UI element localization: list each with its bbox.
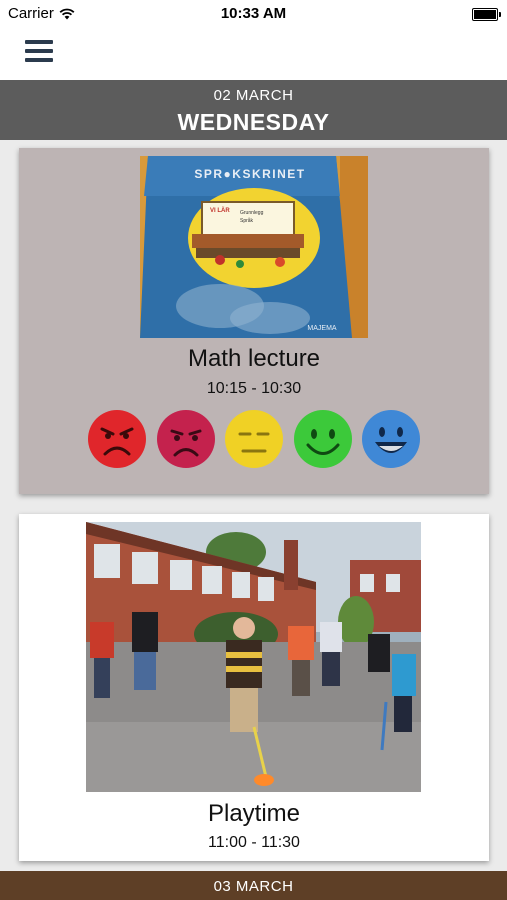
- day-date: 02 MARCH: [213, 87, 294, 104]
- status-bar: Carrier 10:33 AM: [0, 0, 507, 28]
- angry-face-bg: [88, 410, 146, 468]
- event-image-book-cover: SPR●KSKRINET VI LÄR Grunnlegg Språk MAJE…: [140, 156, 368, 338]
- smiling-face-icon[interactable]: [294, 410, 352, 468]
- event-title: Math lecture: [187, 345, 321, 372]
- laughing-face-icon[interactable]: [362, 410, 420, 468]
- sad-face-icon[interactable]: [157, 410, 215, 468]
- neutral-face-icon[interactable]: [225, 410, 283, 468]
- event-card-playtime[interactable]: Playtime 11:00 - 11:30: [19, 514, 489, 861]
- next-day-header: 03 MARCH: [0, 871, 507, 900]
- day-header: 02 MARCH WEDNESDAY: [0, 80, 507, 140]
- book-label-line-3: Språk: [240, 217, 254, 224]
- book-publisher: MAJEMA: [307, 325, 337, 332]
- angry-face-icon[interactable]: [88, 410, 146, 468]
- hamburger-menu-icon[interactable]: [25, 40, 53, 62]
- event-time: 11:00 - 11:30: [208, 834, 300, 851]
- event-title: Playtime: [207, 800, 301, 827]
- event-time: 10:15 - 10:30: [206, 380, 302, 397]
- day-weekday: WEDNESDAY: [177, 109, 330, 135]
- status-time: 10:33 AM: [220, 5, 287, 22]
- book-cover-title: SPR●KSKRINET: [194, 167, 305, 181]
- nav-bar: [0, 28, 507, 80]
- battery-icon: [472, 8, 501, 21]
- event-image-playground-photo: [86, 522, 421, 792]
- book-label-line-2: Grunnlegg: [240, 210, 264, 216]
- book-label-line-1: VI LÄR: [210, 207, 230, 214]
- event-card-math-lecture[interactable]: SPR●KSKRINET VI LÄR Grunnlegg Språk MAJE…: [19, 148, 489, 494]
- next-day-date: 03 MARCH: [213, 878, 294, 895]
- rating-row: [19, 410, 489, 468]
